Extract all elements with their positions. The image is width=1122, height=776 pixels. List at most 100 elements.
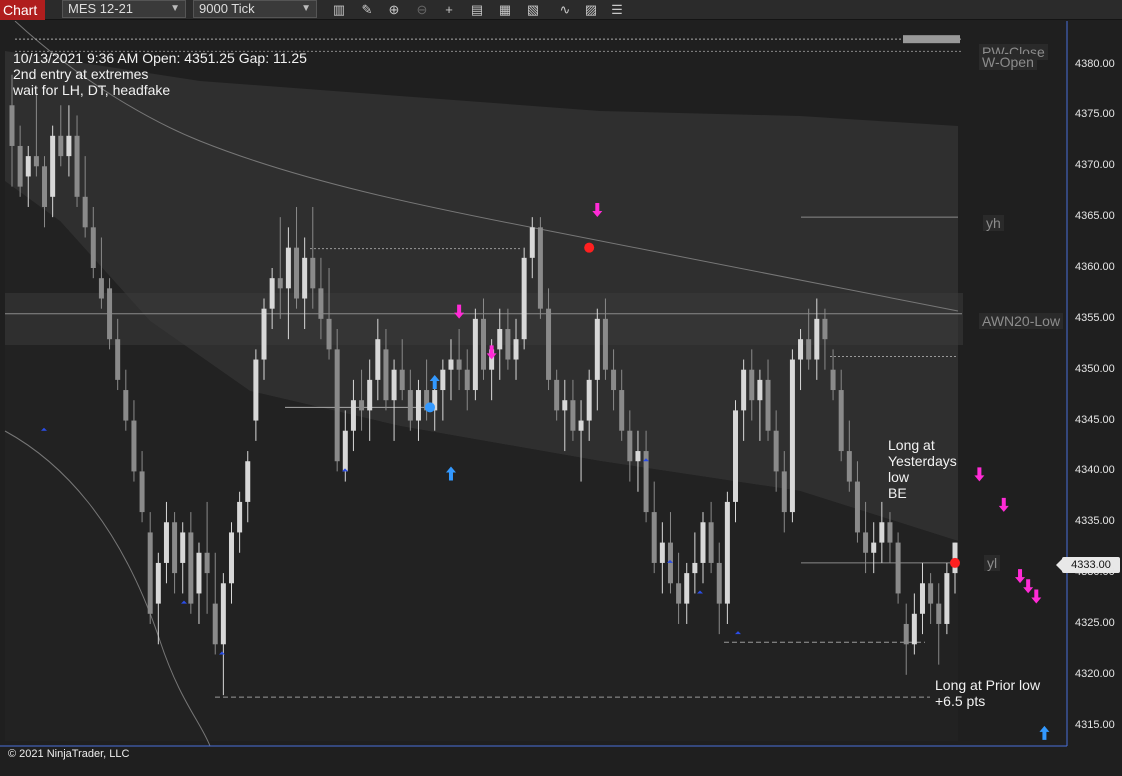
chart-tab[interactable]: Chart [0, 0, 45, 20]
candle-body [919, 583, 925, 614]
chart-toolbar: Chart MES 12-21 ▼ 9000 Tick ▼ ▥ ✎ ⊕ ⊖ + … [0, 0, 1122, 20]
candle-body [513, 339, 519, 360]
candle-body [261, 308, 267, 360]
price-axis-tick: 4380.00 [1075, 57, 1115, 70]
candle-body [871, 542, 877, 553]
candle-body [440, 369, 446, 391]
copyright: © 2021 NinjaTrader, LLC [8, 748, 130, 760]
candle-body [676, 583, 682, 604]
candle-body [277, 278, 283, 289]
yh-label: yh [983, 215, 1004, 231]
price-axis-tick: 4320.00 [1075, 667, 1115, 680]
candle-body [724, 501, 730, 604]
yesterday-low-note-line4: BE [888, 485, 907, 501]
interval-select[interactable]: 9000 Tick ▼ [193, 0, 317, 18]
candle-body [253, 359, 259, 421]
candle-body [911, 613, 917, 645]
candle-body [846, 451, 852, 482]
candle-body [537, 227, 543, 309]
drawing-tool-icon[interactable]: ∿ [556, 1, 574, 19]
candle-body [659, 542, 665, 563]
chevron-down-icon: ▼ [301, 3, 311, 14]
candle-body [928, 583, 934, 604]
candle-body [123, 390, 129, 421]
price-axis-tick: 4365.00 [1075, 210, 1115, 223]
candle-body [115, 339, 121, 380]
candle-body [9, 105, 15, 146]
bar-chart-icon[interactable]: ▥ [330, 1, 348, 19]
candle-body [781, 471, 787, 513]
interval-label: 9000 Tick [199, 1, 255, 16]
candle-body [578, 420, 584, 431]
indicator-icon[interactable]: ▨ [582, 1, 600, 19]
price-axis-tick: 4375.00 [1075, 108, 1115, 121]
w-open-label: W-Open [979, 54, 1037, 70]
candle-body [415, 390, 421, 421]
candle-body [887, 522, 893, 543]
candle-body [58, 135, 64, 157]
candle-body [773, 430, 779, 472]
candle-body [285, 247, 291, 289]
candle-body [228, 532, 234, 584]
candle-body [407, 390, 413, 421]
candle-body [684, 573, 690, 604]
candle-body [838, 390, 844, 452]
candle-body [375, 339, 381, 380]
candle-body [635, 451, 641, 462]
candle-body [269, 278, 275, 309]
price-axis-tick: 4345.00 [1075, 413, 1115, 426]
candle-body [879, 522, 885, 543]
price-chart[interactable]: 10/13/2021 9:36 AM Open: 4351.25 Gap: 11… [0, 21, 1122, 776]
candle-body [586, 379, 592, 421]
zoom-out-icon[interactable]: ⊖ [413, 1, 431, 19]
candle-body [334, 349, 340, 462]
candle-body [90, 227, 96, 268]
candle-body [342, 430, 348, 472]
crosshair-icon[interactable]: + [440, 1, 458, 19]
candle-body [854, 481, 860, 533]
candle-body [196, 552, 202, 594]
bar-type-icon[interactable]: ▦ [496, 1, 514, 19]
candle-body [98, 278, 104, 299]
instrument-label: MES 12-21 [68, 1, 134, 16]
candle-body [497, 329, 503, 350]
price-axis-tick: 4350.00 [1075, 362, 1115, 375]
candle-body [163, 522, 169, 563]
candle-body [481, 318, 486, 370]
yesterday-low-note-line1: Long at [888, 437, 935, 453]
price-axis-tick: 4370.00 [1075, 159, 1115, 172]
zoom-in-icon[interactable]: ⊕ [385, 1, 403, 19]
list-icon[interactable]: ☰ [608, 1, 626, 19]
candle-body [17, 145, 23, 187]
chart-canvas[interactable] [0, 21, 1122, 776]
candle-body [952, 542, 958, 574]
candle-body [651, 512, 657, 563]
candle-body [464, 369, 470, 391]
pencil-icon[interactable]: ✎ [358, 1, 376, 19]
candle-body [350, 400, 356, 431]
candle-body [741, 369, 747, 411]
price-axis-tick: 4325.00 [1075, 616, 1115, 629]
candle-body [294, 247, 300, 299]
pw-close-marker [903, 35, 960, 44]
price-axis-tick: 4335.00 [1075, 515, 1115, 528]
candle-body [936, 603, 942, 624]
candle-body [204, 552, 210, 574]
candle-body [42, 166, 48, 207]
properties-icon[interactable]: ▤ [468, 1, 486, 19]
price-axis-tick: 4360.00 [1075, 261, 1115, 273]
candle-body [546, 308, 552, 380]
candle-body [562, 400, 568, 411]
candle-body [903, 623, 909, 645]
candle-body [82, 196, 88, 228]
candle-body [302, 257, 308, 299]
yl-label: yl [984, 555, 1001, 571]
candle-body [131, 420, 137, 472]
instrument-select[interactable]: MES 12-21 ▼ [62, 0, 186, 18]
chart-header-line1: 10/13/2021 9:36 AM Open: 4351.25 Gap: 11… [13, 50, 307, 66]
candle-body [391, 369, 397, 401]
strategy-icon[interactable]: ▧ [524, 1, 542, 19]
candle-body [594, 318, 600, 380]
candle-body [806, 339, 812, 360]
yesterday-low-note-line2: Yesterdays [888, 453, 957, 469]
